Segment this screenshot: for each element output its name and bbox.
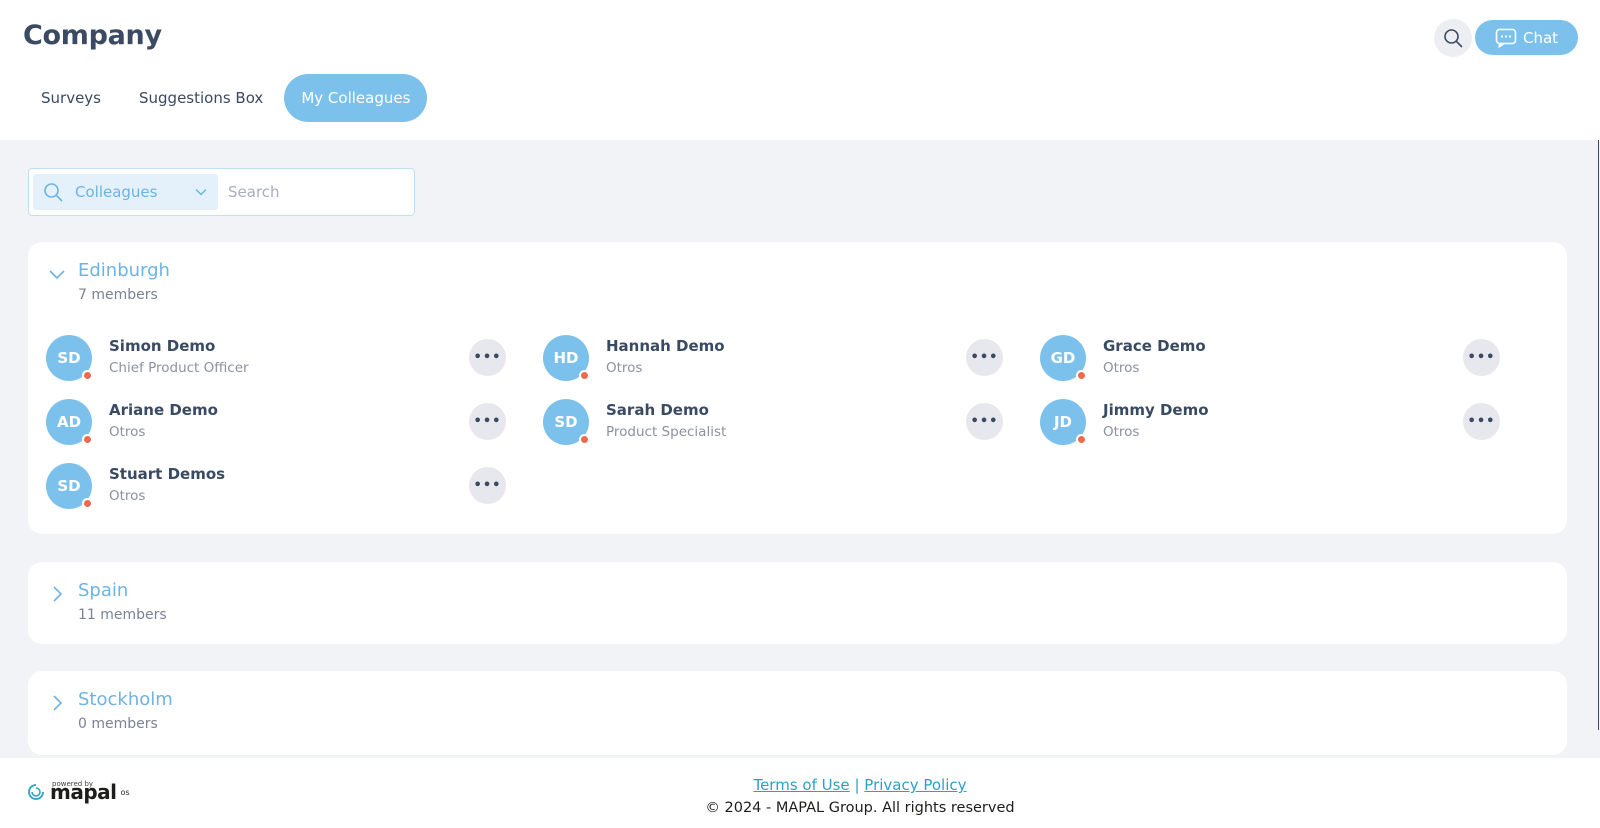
chat-bubble-icon xyxy=(1495,28,1517,48)
copyright-text: © 2024 - MAPAL Group. All rights reserve… xyxy=(705,800,1015,816)
scrollbar-edge xyxy=(1598,140,1599,730)
group-name: Spain xyxy=(78,580,129,601)
global-search-button[interactable] xyxy=(1434,19,1472,57)
member-card[interactable]: AD Ariane Demo Otros ••• xyxy=(46,398,506,448)
search-scope-dropdown[interactable]: Colleagues xyxy=(33,174,218,210)
status-indicator xyxy=(579,370,590,381)
member-role: Otros xyxy=(1103,360,1140,376)
group-name: Edinburgh xyxy=(78,260,170,281)
chat-button-label: Chat xyxy=(1522,28,1559,47)
ellipsis-icon: ••• xyxy=(473,414,502,429)
footer: powered by mapal os Terms of Use | Priva… xyxy=(0,758,1600,828)
status-indicator xyxy=(82,434,93,445)
member-card[interactable]: GD Grace Demo Otros ••• xyxy=(1040,334,1500,384)
ellipsis-icon: ••• xyxy=(1467,350,1496,365)
member-name: Hannah Demo xyxy=(606,337,725,355)
member-name: Ariane Demo xyxy=(109,401,218,419)
more-options-button[interactable]: ••• xyxy=(469,403,506,440)
ellipsis-icon: ••• xyxy=(1467,414,1496,429)
status-indicator xyxy=(579,434,590,445)
status-indicator xyxy=(1076,370,1087,381)
member-card[interactable]: HD Hannah Demo Otros ••• xyxy=(543,334,1003,384)
search-icon xyxy=(1444,29,1463,48)
header: Company Surveys Suggestions Box My Colle… xyxy=(0,0,1600,140)
chevron-down-icon xyxy=(49,270,65,280)
member-role: Product Specialist xyxy=(606,424,727,440)
member-name: Sarah Demo xyxy=(606,401,709,419)
tab-surveys[interactable]: Surveys xyxy=(24,74,118,122)
member-role: Otros xyxy=(109,424,146,440)
group-header-stockholm[interactable]: Stockholm 0 members xyxy=(48,689,173,732)
more-options-button[interactable]: ••• xyxy=(966,403,1003,440)
more-options-button[interactable]: ••• xyxy=(1463,403,1500,440)
terms-of-use-link[interactable]: Terms of Use xyxy=(753,776,849,794)
more-options-button[interactable]: ••• xyxy=(469,467,506,504)
group-card-spain: Spain 11 members xyxy=(28,562,1567,644)
more-options-button[interactable]: ••• xyxy=(1463,339,1500,376)
member-name: Grace Demo xyxy=(1103,337,1206,355)
chat-button[interactable]: Chat xyxy=(1475,20,1578,55)
page-title: Company xyxy=(23,20,162,51)
status-indicator xyxy=(82,498,93,509)
search-icon xyxy=(44,183,63,202)
more-options-button[interactable]: ••• xyxy=(469,339,506,376)
group-header-edinburgh[interactable]: Edinburgh 7 members xyxy=(48,260,170,303)
tab-bar: Surveys Suggestions Box My Colleagues xyxy=(24,74,428,122)
tab-suggestions-box[interactable]: Suggestions Box xyxy=(122,74,280,122)
member-role: Otros xyxy=(1103,424,1140,440)
chevron-down-icon xyxy=(195,188,207,196)
member-role: Chief Product Officer xyxy=(109,360,249,376)
status-indicator xyxy=(82,370,93,381)
group-card-stockholm: Stockholm 0 members xyxy=(28,671,1567,755)
ellipsis-icon: ••• xyxy=(473,478,502,493)
member-role: Otros xyxy=(109,488,146,504)
group-member-count: 11 members xyxy=(78,607,167,623)
search-scope-label: Colleagues xyxy=(75,183,158,201)
member-role: Otros xyxy=(606,360,643,376)
group-member-count: 7 members xyxy=(78,287,158,303)
member-name: Simon Demo xyxy=(109,337,216,355)
colleague-search-bar: Colleagues xyxy=(28,168,415,216)
ellipsis-icon: ••• xyxy=(473,350,502,365)
more-options-button[interactable]: ••• xyxy=(966,339,1003,376)
group-header-spain[interactable]: Spain 11 members xyxy=(48,580,167,623)
status-indicator xyxy=(1076,434,1087,445)
link-separator: | xyxy=(854,776,860,794)
chevron-right-icon xyxy=(53,695,63,711)
privacy-policy-link[interactable]: Privacy Policy xyxy=(864,776,966,794)
chevron-right-icon xyxy=(53,586,63,602)
member-card[interactable]: SD Sarah Demo Product Specialist ••• xyxy=(543,398,1003,448)
tab-my-colleagues[interactable]: My Colleagues xyxy=(284,74,428,122)
member-card[interactable]: SD Simon Demo Chief Product Officer ••• xyxy=(46,334,506,384)
ellipsis-icon: ••• xyxy=(970,350,999,365)
group-card-edinburgh: Edinburgh 7 members SD Simon Demo Chief … xyxy=(28,242,1567,534)
ellipsis-icon: ••• xyxy=(970,414,999,429)
member-name: Jimmy Demo xyxy=(1103,401,1209,419)
member-card[interactable]: SD Stuart Demos Otros ••• xyxy=(46,462,506,512)
member-name: Stuart Demos xyxy=(109,465,226,483)
search-input[interactable] xyxy=(228,183,398,201)
group-member-count: 0 members xyxy=(78,716,158,732)
member-card[interactable]: JD Jimmy Demo Otros ••• xyxy=(1040,398,1500,448)
group-name: Stockholm xyxy=(78,689,173,710)
footer-links: Terms of Use | Privacy Policy xyxy=(0,776,1600,794)
